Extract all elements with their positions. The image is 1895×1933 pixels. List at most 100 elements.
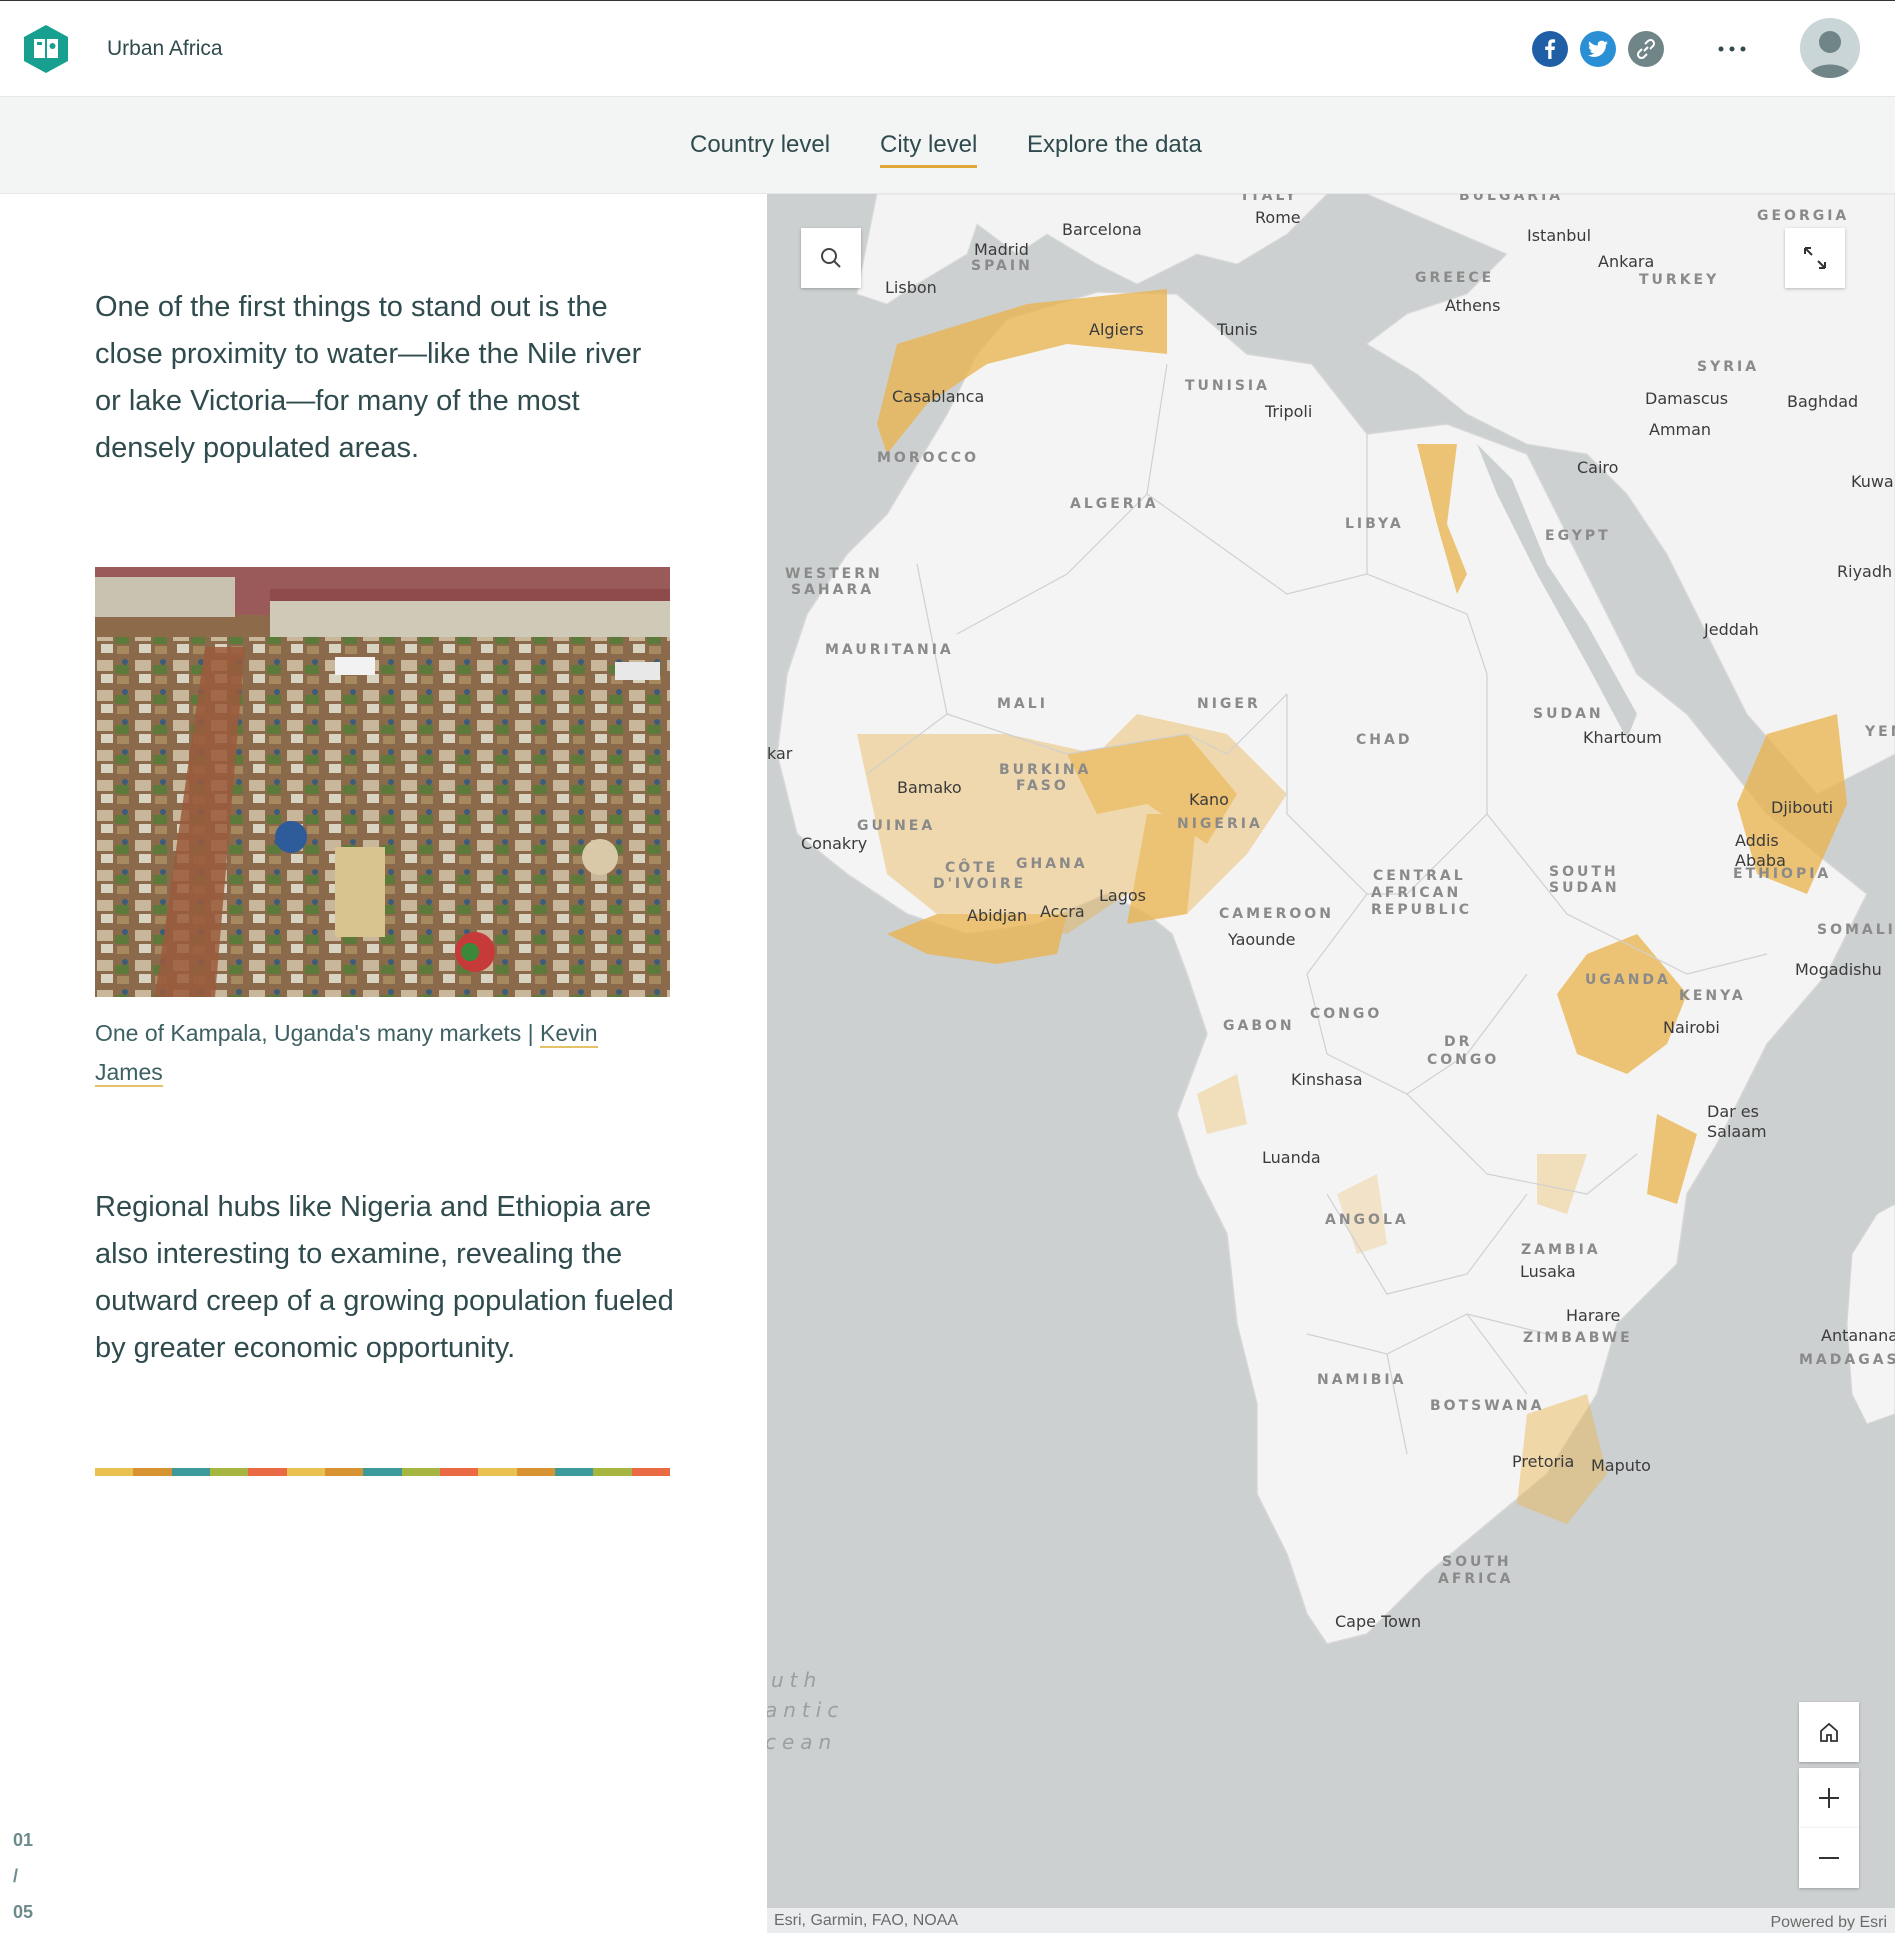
map-label-country: ANGOLA [1325, 1212, 1409, 1228]
map-label-city: Pretoria [1512, 1452, 1575, 1471]
map-label-country: ITALY [1242, 194, 1299, 204]
map-label-city: Maputo [1591, 1456, 1651, 1475]
map-label-country: UGANDA [1585, 972, 1671, 988]
pager-current: 01 [13, 1830, 34, 1850]
map-label-country: BULGARIA [1459, 194, 1564, 204]
color-strip-segment [171, 1468, 210, 1476]
map-label-city: Kano [1189, 790, 1229, 809]
zoom-out-button[interactable] [1799, 1828, 1859, 1888]
color-strip-segment [363, 1468, 402, 1476]
map-label-country: CONGO [1427, 1052, 1500, 1068]
map-label-country: GREECE [1415, 270, 1495, 286]
map-label-country: FASO [1016, 778, 1069, 794]
color-strip-segment [324, 1468, 364, 1476]
map-label-city: Madrid [974, 240, 1029, 259]
tab-explore-the-data[interactable]: Explore the data [1027, 131, 1202, 165]
map-label-country: TURKEY [1639, 272, 1720, 288]
map-label-city: Dar es [1707, 1102, 1759, 1121]
color-strip-segment [478, 1468, 517, 1476]
map-label-ocean: antic [767, 1698, 845, 1722]
map-label-city: Salaam [1707, 1122, 1767, 1141]
map-label-city: Algiers [1089, 320, 1144, 339]
facebook-share-button[interactable] [1532, 31, 1568, 67]
map-label-country: SOMALIA [1817, 922, 1895, 938]
map-label-country: AFRICAN [1371, 885, 1462, 901]
powered-by-esri[interactable]: Powered by Esri [1771, 1914, 1888, 1932]
color-strip-segment [209, 1468, 249, 1476]
slide-pager: 01 / 05 [13, 1822, 53, 1930]
minus-icon [1819, 1857, 1839, 1859]
map-label-city: Bamako [897, 778, 962, 797]
twitter-icon [1588, 40, 1608, 57]
map-label-city: Tunis [1217, 320, 1258, 339]
color-strip-segment [554, 1468, 594, 1476]
facebook-icon [1545, 39, 1556, 59]
map-label-city: Riyadh [1837, 562, 1893, 581]
fullscreen-button[interactable] [1785, 228, 1845, 288]
map-label-country: SUDAN [1533, 706, 1604, 722]
map-label-country: REPUBLIC [1371, 902, 1473, 918]
image-caption: One of Kampala, Uganda's many markets | … [95, 1014, 655, 1092]
kampala-market-photo [95, 567, 670, 997]
map-label-city: Lisbon [885, 278, 937, 297]
app-header: Urban Africa [0, 0, 1895, 96]
zoom-in-button[interactable] [1799, 1768, 1859, 1828]
map-search-button[interactable] [801, 228, 861, 288]
map-attribution: Esri, Garmin, FAO, NOAA Powered by Esri [767, 1908, 1895, 1933]
map-label-country: AFRICA [1438, 1571, 1514, 1587]
map-label-country: GHANA [1016, 856, 1088, 872]
expand-icon [1804, 247, 1826, 269]
map-label-city: Nairobi [1663, 1018, 1720, 1037]
storymap-logo-icon[interactable] [23, 24, 69, 74]
more-options-button[interactable] [1712, 29, 1752, 69]
more-icon [1718, 46, 1746, 52]
pager-separator: / [13, 1866, 19, 1886]
map-label-city: Addis [1735, 831, 1779, 850]
map-label-city: Tripoli [1265, 402, 1313, 421]
map-label-country: ZAMBIA [1521, 1242, 1601, 1258]
map-label-country: KENYA [1679, 988, 1746, 1004]
map-label-city: Athens [1445, 296, 1501, 315]
map-label-country: EGYPT [1545, 528, 1611, 544]
map-label-country: ZIMBABWE [1523, 1330, 1633, 1346]
map-label-country: NIGERIA [1177, 816, 1263, 832]
narrative-paragraph: One of the first things to stand out is … [95, 291, 642, 464]
map-label-city: Damascus [1645, 389, 1729, 408]
map-label-country: YEME [1865, 724, 1895, 740]
map-label-country: ETHIOPIA [1733, 866, 1832, 882]
map-label-country: CÔTE [945, 860, 999, 876]
user-icon [1808, 31, 1852, 78]
map-label-country: TUNISIA [1185, 378, 1270, 394]
map-label-city: Accra [1040, 902, 1085, 921]
decorative-color-strip [95, 1468, 670, 1476]
user-avatar[interactable] [1800, 18, 1860, 78]
tab-city-level[interactable]: City level [880, 131, 978, 168]
map-label-country: SPAIN [971, 258, 1033, 274]
map-label-country: D'IVOIRE [933, 876, 1027, 892]
map-label-country: CENTRAL [1373, 868, 1466, 884]
twitter-share-button[interactable] [1580, 31, 1616, 67]
map-home-button[interactable] [1799, 1702, 1859, 1762]
map-label-city: Cape Town [1335, 1612, 1422, 1631]
map-label-country: CONGO [1310, 1006, 1383, 1022]
color-strip-segment [286, 1468, 325, 1476]
map-label-country: SOUTH [1549, 864, 1619, 880]
map-label-country: NIGER [1197, 696, 1261, 712]
color-strip-segment [133, 1468, 172, 1476]
link-icon [1636, 38, 1656, 60]
section-navigation: Country level City level Explore the dat… [0, 96, 1895, 194]
map-label-city: Yaounde [1228, 930, 1296, 949]
map-label-city: Jeddah [1704, 620, 1759, 639]
population-density-map[interactable]: Madrid Barcelona Rome Lisbon Istanbul An… [767, 194, 1895, 1933]
map-label-city: Ankara [1598, 252, 1655, 271]
map-label-country: CAMEROON [1219, 906, 1334, 922]
map-label-country: SAHARA [791, 582, 875, 598]
color-strip-segment [401, 1468, 440, 1476]
madagascar-landmass [1846, 1203, 1895, 1425]
map-label-city: Kinshasa [1291, 1070, 1363, 1089]
color-strip-segment [631, 1468, 670, 1476]
tab-country-level[interactable]: Country level [690, 131, 830, 165]
copy-link-button[interactable] [1628, 31, 1664, 67]
color-strip-segment [95, 1468, 134, 1476]
search-icon [821, 248, 841, 268]
